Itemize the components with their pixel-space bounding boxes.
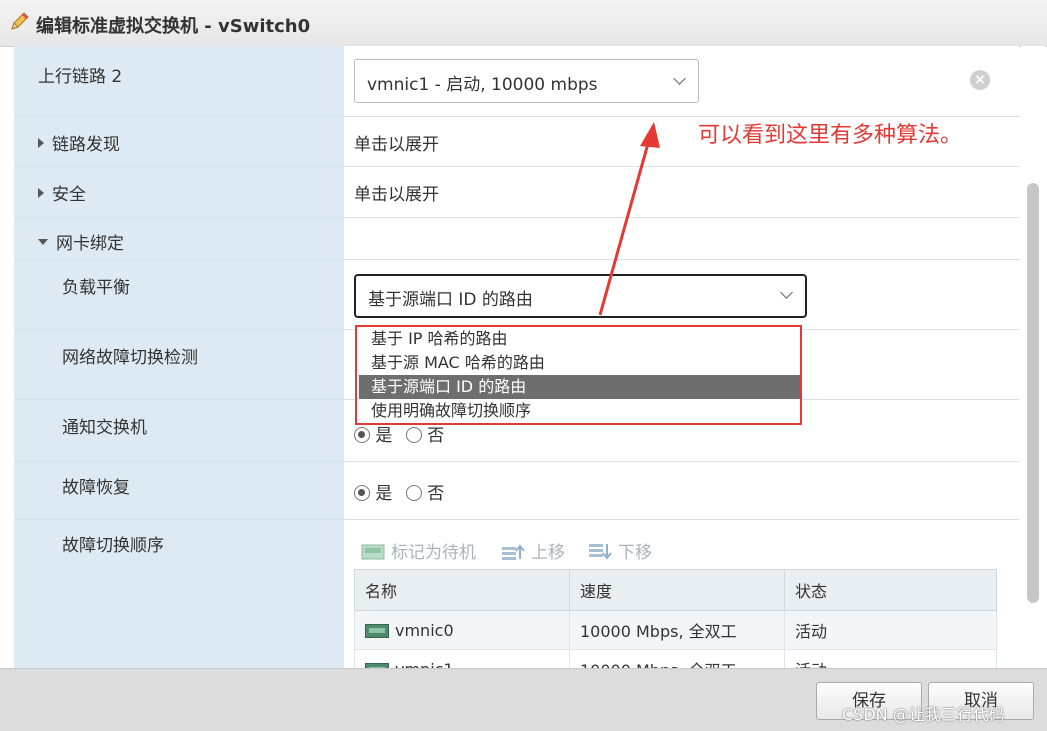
scrollbar-thumb[interactable] <box>1027 183 1039 603</box>
watermark: CSDN @让我三行代码 <box>842 705 1005 724</box>
annotation-arrow <box>598 122 660 316</box>
annotation-text: 可以看到这里有多种算法。 <box>698 123 963 148</box>
